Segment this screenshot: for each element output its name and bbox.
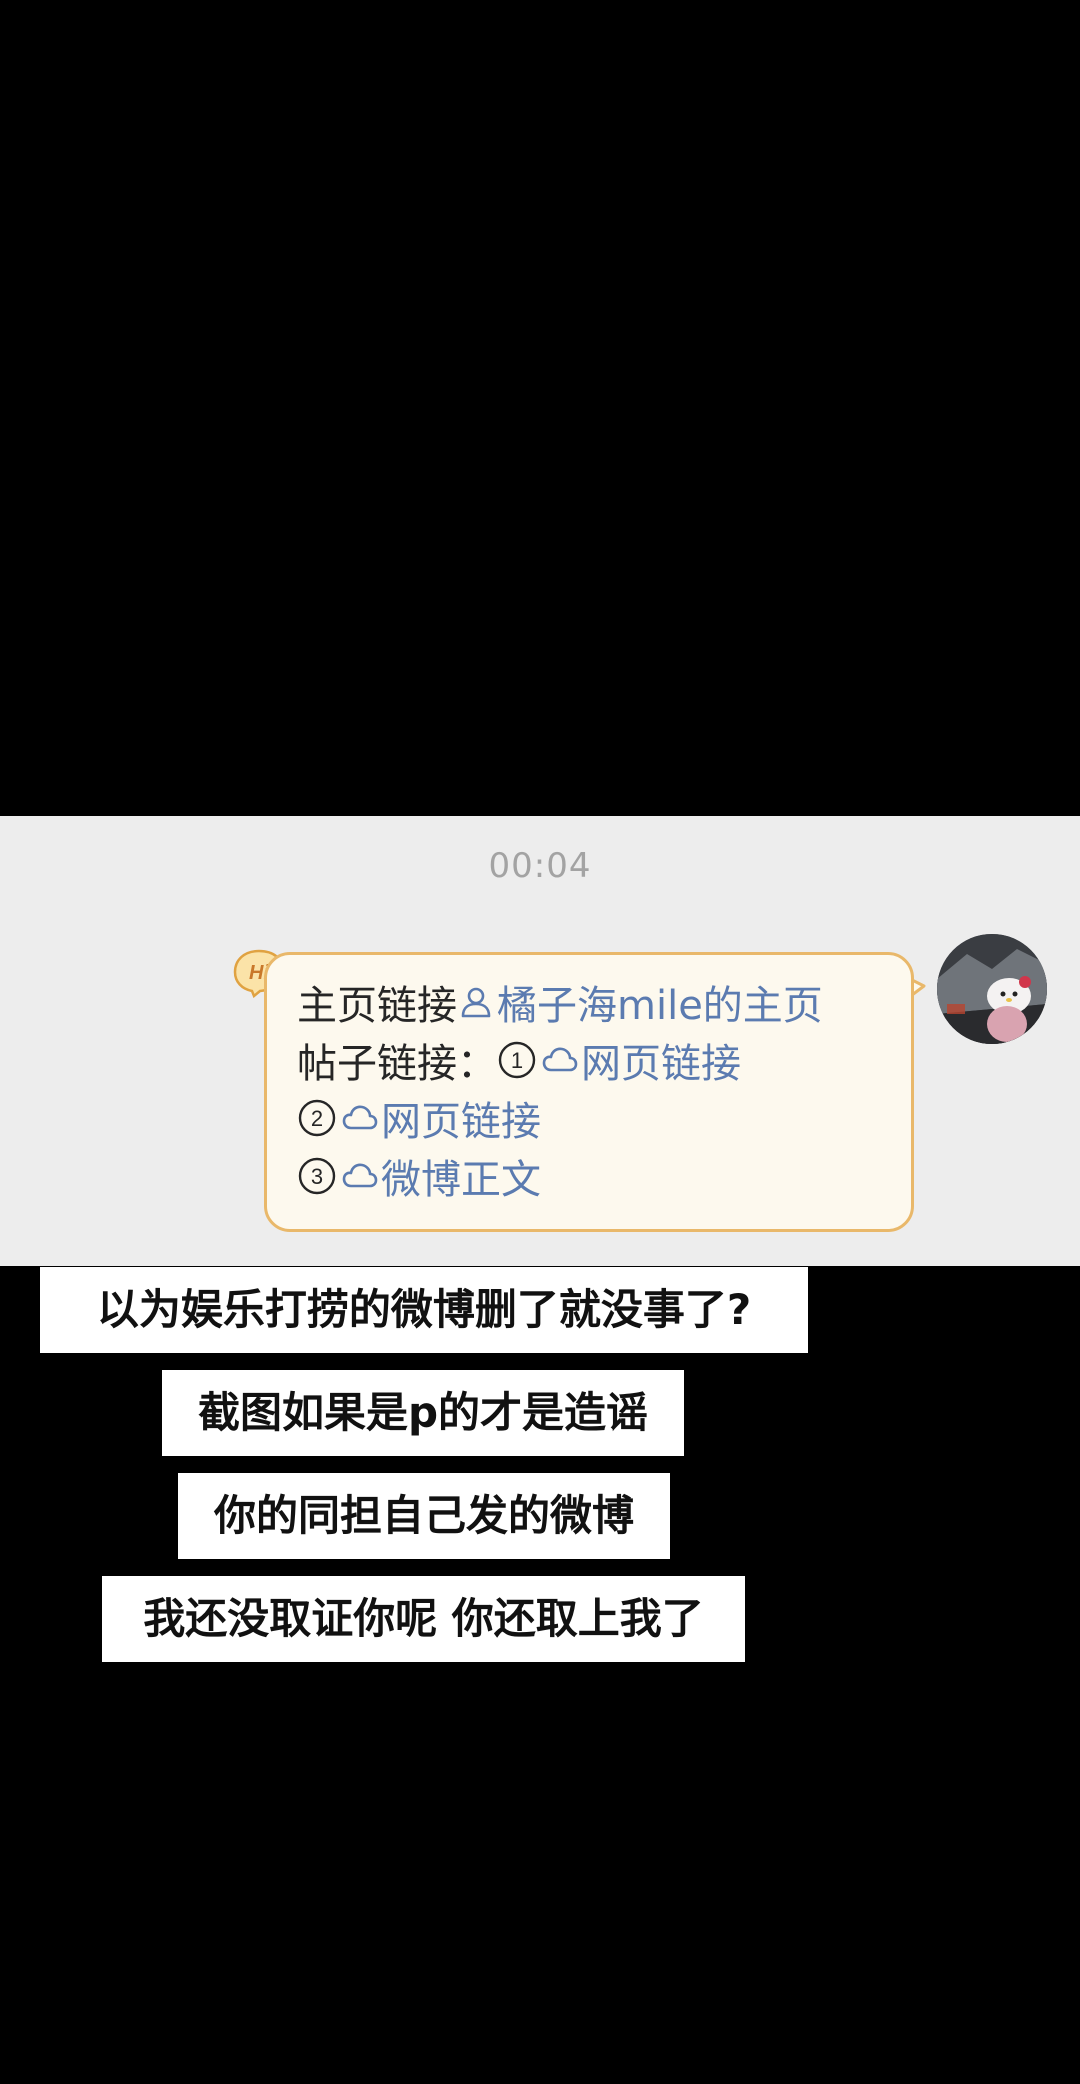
caption-1: 以为娱乐打捞的微博删了就没事了? [40,1267,808,1353]
svg-text:3: 3 [311,1164,323,1189]
post-link-line-3: 3 微博正文 [297,1147,885,1205]
avatar-image [937,934,1047,1044]
cloud-icon [342,1105,378,1130]
caption-2: 截图如果是p的才是造谣 [162,1370,684,1456]
cloud-icon [342,1163,378,1188]
web-link-2[interactable]: 网页链接 [381,1089,541,1147]
message-bubble[interactable]: 主页链接 橘子海mile的主页 帖子链接： 1 网页链接 2 网页链接 3 微博… [264,952,914,1232]
sender-avatar[interactable] [937,934,1047,1044]
post-link-line-2: 2 网页链接 [297,1089,885,1147]
chat-screenshot: 00:04 Hi 主页链接 橘子海mile的主页 帖子链接： 1 网页链接 2 … [0,816,1080,1266]
profile-link[interactable]: 橘子海mile的主页 [497,973,823,1031]
post-link-line-1: 帖子链接： 1 网页链接 [297,1031,885,1089]
svg-text:1: 1 [511,1048,523,1073]
circled-number-1: 1 [497,1040,537,1080]
video-frame: 00:04 Hi 主页链接 橘子海mile的主页 帖子链接： 1 网页链接 2 … [0,0,1080,2084]
weibo-post-link[interactable]: 微博正文 [381,1147,541,1205]
message-timestamp: 00:04 [488,846,592,886]
profile-link-line: 主页链接 橘子海mile的主页 [297,973,885,1031]
circled-number-3: 3 [297,1156,337,1196]
caption-4: 我还没取证你呢 你还取上我了 [102,1576,745,1662]
person-icon [461,987,491,1018]
svg-text:2: 2 [311,1106,323,1131]
profile-link-label: 主页链接 [297,983,457,1029]
caption-3: 你的同担自己发的微博 [178,1473,670,1559]
web-link-1[interactable]: 网页链接 [581,1031,741,1089]
post-link-label: 帖子链接： [297,1041,497,1087]
cloud-icon [542,1047,578,1072]
circled-number-2: 2 [297,1098,337,1138]
